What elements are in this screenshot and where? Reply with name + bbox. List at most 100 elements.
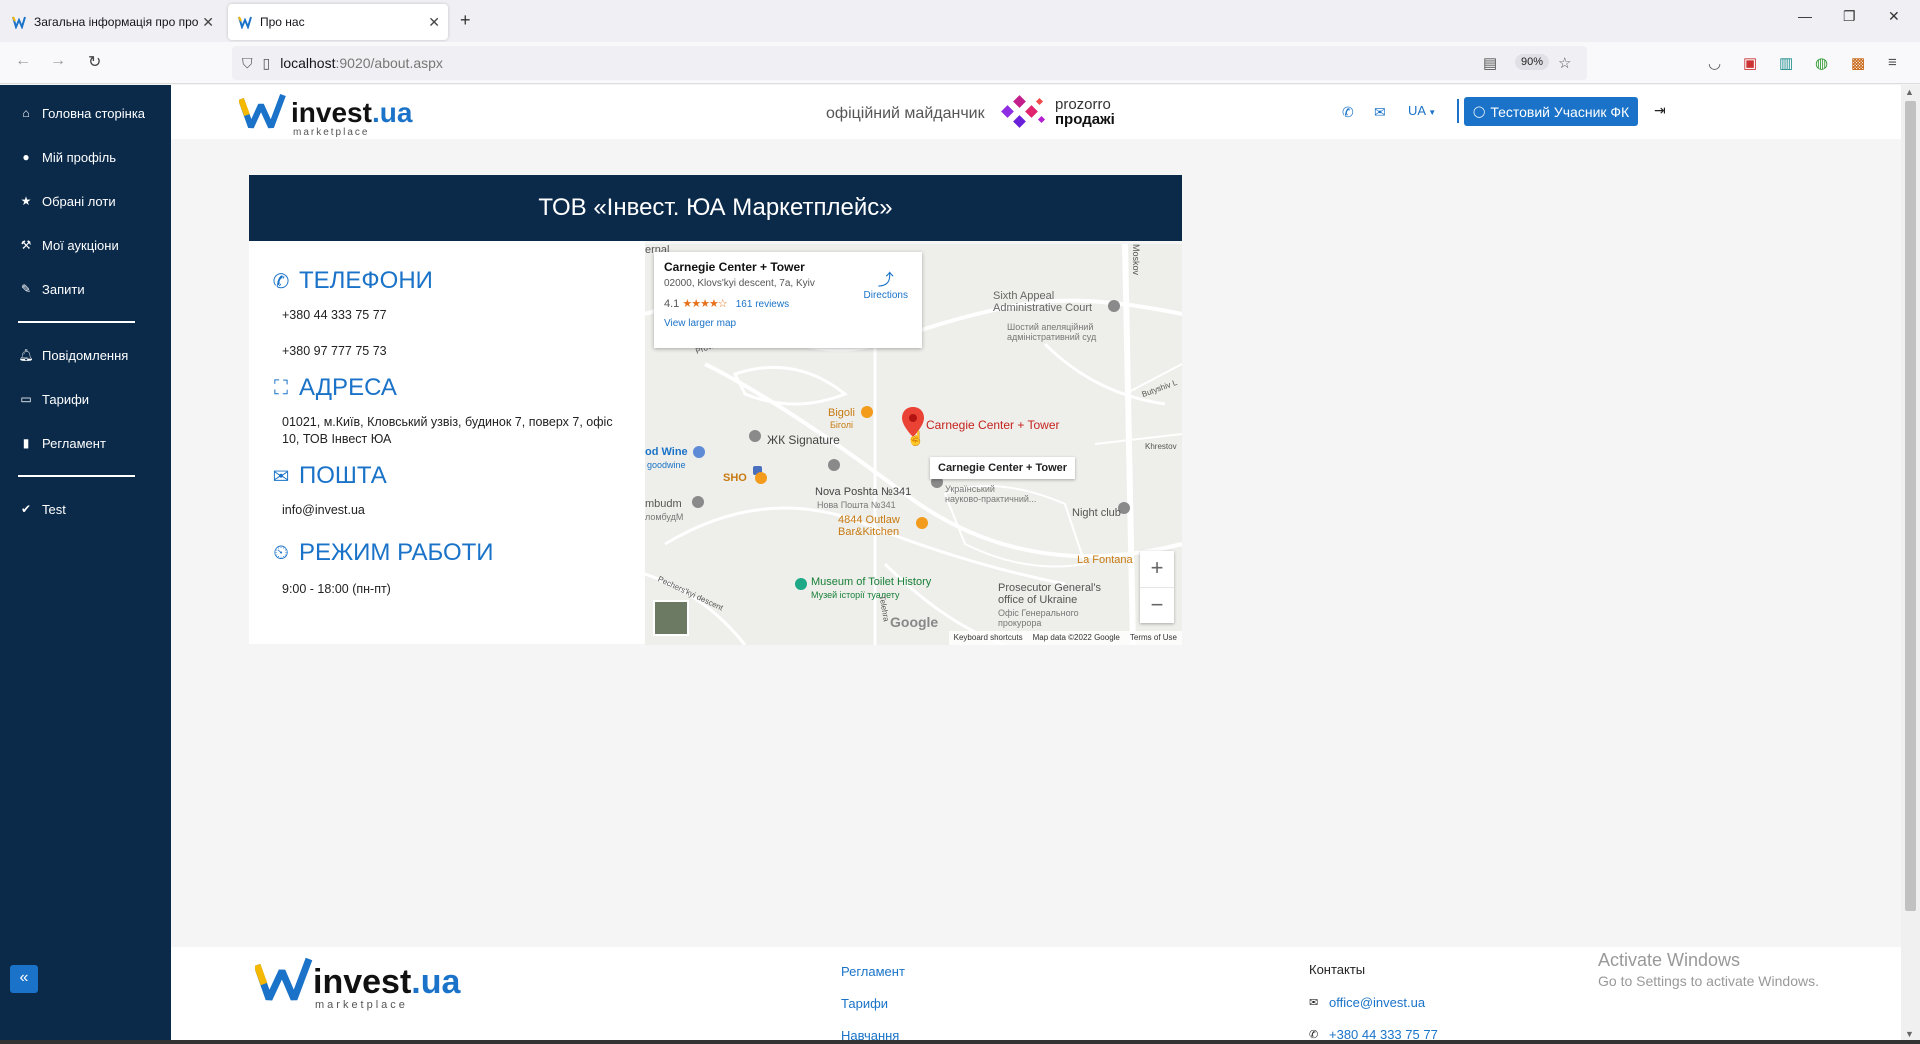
shop-pin-icon[interactable] bbox=[693, 446, 705, 458]
rating-value: 4.1 bbox=[664, 298, 680, 310]
invest-logo[interactable]: invest.ua marketplace bbox=[238, 93, 413, 138]
address-text: 01021, м.Київ, Кловський узвіз, будинок … bbox=[282, 415, 613, 446]
sidebar-item-test[interactable]: ✔ Test bbox=[0, 487, 171, 531]
keyboard-shortcuts-link[interactable]: Keyboard shortcuts bbox=[954, 633, 1023, 643]
save-extension-icon[interactable]: ▥ bbox=[1779, 54, 1793, 72]
watermark-title: Activate Windows bbox=[1598, 950, 1741, 970]
restaurant-pin-icon[interactable] bbox=[755, 472, 767, 484]
footer-logo[interactable]: invest.ua marketplace bbox=[253, 957, 460, 1011]
post-pin-icon[interactable] bbox=[828, 459, 840, 471]
page-title-banner: ТОВ «Інвест. ЮА Маркетплейс» bbox=[249, 175, 1182, 241]
back-icon[interactable]: ← bbox=[15, 52, 31, 70]
user-button-label: Тестовий Учасник ФК bbox=[1490, 103, 1630, 120]
sidebar-item-label: Test bbox=[42, 501, 66, 517]
terms-link[interactable]: Terms of Use bbox=[1130, 633, 1177, 643]
map-label: Moskov bbox=[1131, 244, 1141, 276]
prozorro-dots-icon bbox=[1001, 95, 1049, 129]
language-selector[interactable]: UA ▼ bbox=[1408, 103, 1436, 118]
taskbar-edge bbox=[0, 1040, 1920, 1044]
footer-link-tariffs[interactable]: Тарифи bbox=[841, 996, 888, 1011]
close-tab-icon[interactable]: ✕ bbox=[428, 14, 440, 31]
page-title: ТОВ «Інвест. ЮА Маркетплейс» bbox=[538, 194, 893, 221]
logo-tld: .ua bbox=[371, 97, 413, 128]
sidebar-item-profile[interactable]: ● Мій профіль bbox=[0, 135, 171, 179]
extension-icon[interactable]: ▣ bbox=[1743, 54, 1757, 72]
collapse-sidebar-button[interactable]: « bbox=[10, 965, 38, 993]
building-pin-icon[interactable] bbox=[692, 496, 704, 508]
address-heading: ⛶ АДРЕСА bbox=[269, 370, 625, 406]
place-info-card: Carnegie Center + Tower 02000, Klovs'kyi… bbox=[654, 252, 922, 348]
sign-out-icon[interactable]: ⇥ bbox=[1654, 102, 1666, 119]
phones-heading-text: ТЕЛЕФОНИ bbox=[299, 267, 433, 294]
contact-info-panel: ✆ ТЕЛЕФОНИ +380 44 333 75 77 +380 97 777… bbox=[249, 241, 645, 644]
map-label: SHO bbox=[723, 472, 747, 484]
close-tab-icon[interactable]: ✕ bbox=[202, 14, 214, 31]
briefcase-clock-icon: ⏲ bbox=[273, 541, 289, 564]
minimize-icon[interactable]: — bbox=[1798, 8, 1812, 24]
map-label: ломбудМ bbox=[645, 512, 684, 522]
vertical-scrollbar[interactable]: ▲ ▼ bbox=[1901, 85, 1920, 1044]
sidebar-item-tariffs[interactable]: ▭ Тарифи bbox=[0, 377, 171, 421]
browser-tab-general-info[interactable]: Загальна інформація про про ✕ bbox=[2, 4, 222, 40]
scroll-up-icon[interactable]: ▲ bbox=[1905, 87, 1914, 97]
view-larger-map-link[interactable]: View larger map bbox=[664, 318, 912, 329]
scroll-down-icon[interactable]: ▼ bbox=[1905, 1029, 1914, 1039]
footer-email[interactable]: ✉ office@invest.ua bbox=[1309, 995, 1425, 1010]
user-account-button[interactable]: ◯ Тестовий Учасник ФК bbox=[1464, 97, 1639, 126]
restaurant-pin-icon[interactable] bbox=[861, 406, 873, 418]
sidebar-item-notifications[interactable]: 🔔︎ Повідомлення bbox=[0, 333, 171, 377]
envelope-icon: ✉ bbox=[272, 465, 290, 488]
bar-pin-icon[interactable] bbox=[916, 517, 928, 529]
map-label: Khrestov bbox=[1145, 442, 1177, 451]
footer-link-regulations[interactable]: Регламент bbox=[841, 964, 905, 979]
sidebar-item-favorites[interactable]: ★ Обрані лоти bbox=[0, 179, 171, 223]
invest-favicon-icon bbox=[238, 15, 252, 30]
menu-icon[interactable]: ≡ bbox=[1888, 54, 1897, 71]
scrollbar-thumb[interactable] bbox=[1905, 101, 1916, 911]
close-window-icon[interactable]: ✕ bbox=[1888, 8, 1900, 25]
reader-mode-icon[interactable]: ▤ bbox=[1483, 54, 1497, 72]
sidebar-item-requests[interactable]: ✎ Запити bbox=[0, 267, 171, 311]
bell-icon: 🔔︎ bbox=[18, 348, 34, 362]
sidebar-item-home[interactable]: ⌂ Головна сторінка bbox=[0, 91, 171, 135]
zoom-in-button[interactable]: + bbox=[1140, 551, 1174, 587]
browser-tab-about[interactable]: Про нас ✕ bbox=[228, 4, 448, 40]
globe-extension-icon[interactable]: ◍ bbox=[1815, 54, 1828, 72]
bookmark-star-icon[interactable]: ☆ bbox=[1558, 54, 1571, 72]
phone-number: +380 44 333 75 77 bbox=[282, 308, 387, 322]
restore-icon[interactable]: ❐ bbox=[1843, 8, 1856, 25]
google-map[interactable]: ernal Sixth Appeal Administrative Court … bbox=[645, 244, 1182, 645]
email-text: info@invest.ua bbox=[282, 503, 365, 517]
zoom-out-button[interactable]: − bbox=[1140, 587, 1174, 623]
sidebar-item-auctions[interactable]: ⚒ Мої аукціони bbox=[0, 223, 171, 267]
hours-heading-text: РЕЖИМ РАБОТИ bbox=[299, 539, 494, 566]
prozorro-subname: продажі bbox=[1055, 111, 1115, 128]
new-tab-icon[interactable]: + bbox=[460, 10, 471, 31]
footer-email-text: office@invest.ua bbox=[1329, 995, 1426, 1010]
museum-pin-icon[interactable] bbox=[795, 578, 807, 590]
building-pin-icon[interactable] bbox=[749, 430, 761, 442]
map-label: Нова Пошта №341 bbox=[817, 500, 896, 510]
reload-icon[interactable]: ↻ bbox=[88, 52, 101, 72]
envelope-icon[interactable]: ✉ bbox=[1374, 104, 1386, 121]
windows-activation-watermark: Activate Windows Go to Settings to activ… bbox=[1598, 950, 1819, 989]
sidebar-item-label: Повідомлення bbox=[42, 347, 129, 363]
mail-heading: ✉ ПОШТА bbox=[269, 458, 625, 494]
forward-icon[interactable]: → bbox=[50, 52, 66, 70]
home-icon: ⌂ bbox=[22, 106, 30, 120]
check-circle-icon: ✔ bbox=[20, 502, 32, 516]
sidebar-item-regulations[interactable]: ▮ Регламент bbox=[0, 421, 171, 465]
directions-button[interactable]: ⤴ Directions bbox=[864, 266, 908, 301]
reviews-link[interactable]: 161 reviews bbox=[736, 299, 789, 310]
url-bar[interactable]: ⛉ ▯ localhost:9020/about.aspx bbox=[232, 46, 1587, 80]
addon-extension-icon[interactable]: ▩ bbox=[1851, 54, 1865, 72]
court-pin-icon[interactable] bbox=[1108, 300, 1120, 312]
satellite-toggle[interactable] bbox=[653, 600, 689, 636]
map-label: Український науково-практичний... bbox=[945, 484, 1037, 504]
language-label: UA bbox=[1408, 103, 1427, 118]
pocket-icon[interactable]: ◡ bbox=[1708, 54, 1721, 72]
prozorro-logo[interactable]: prozorro продажі bbox=[1001, 95, 1115, 129]
phone-icon[interactable]: ✆ bbox=[1342, 104, 1354, 121]
zoom-level[interactable]: 90% bbox=[1515, 54, 1550, 70]
browser-nav-bar: ← → ↻ ⛉ ▯ localhost:9020/about.aspx ▤ 90… bbox=[0, 42, 1920, 84]
